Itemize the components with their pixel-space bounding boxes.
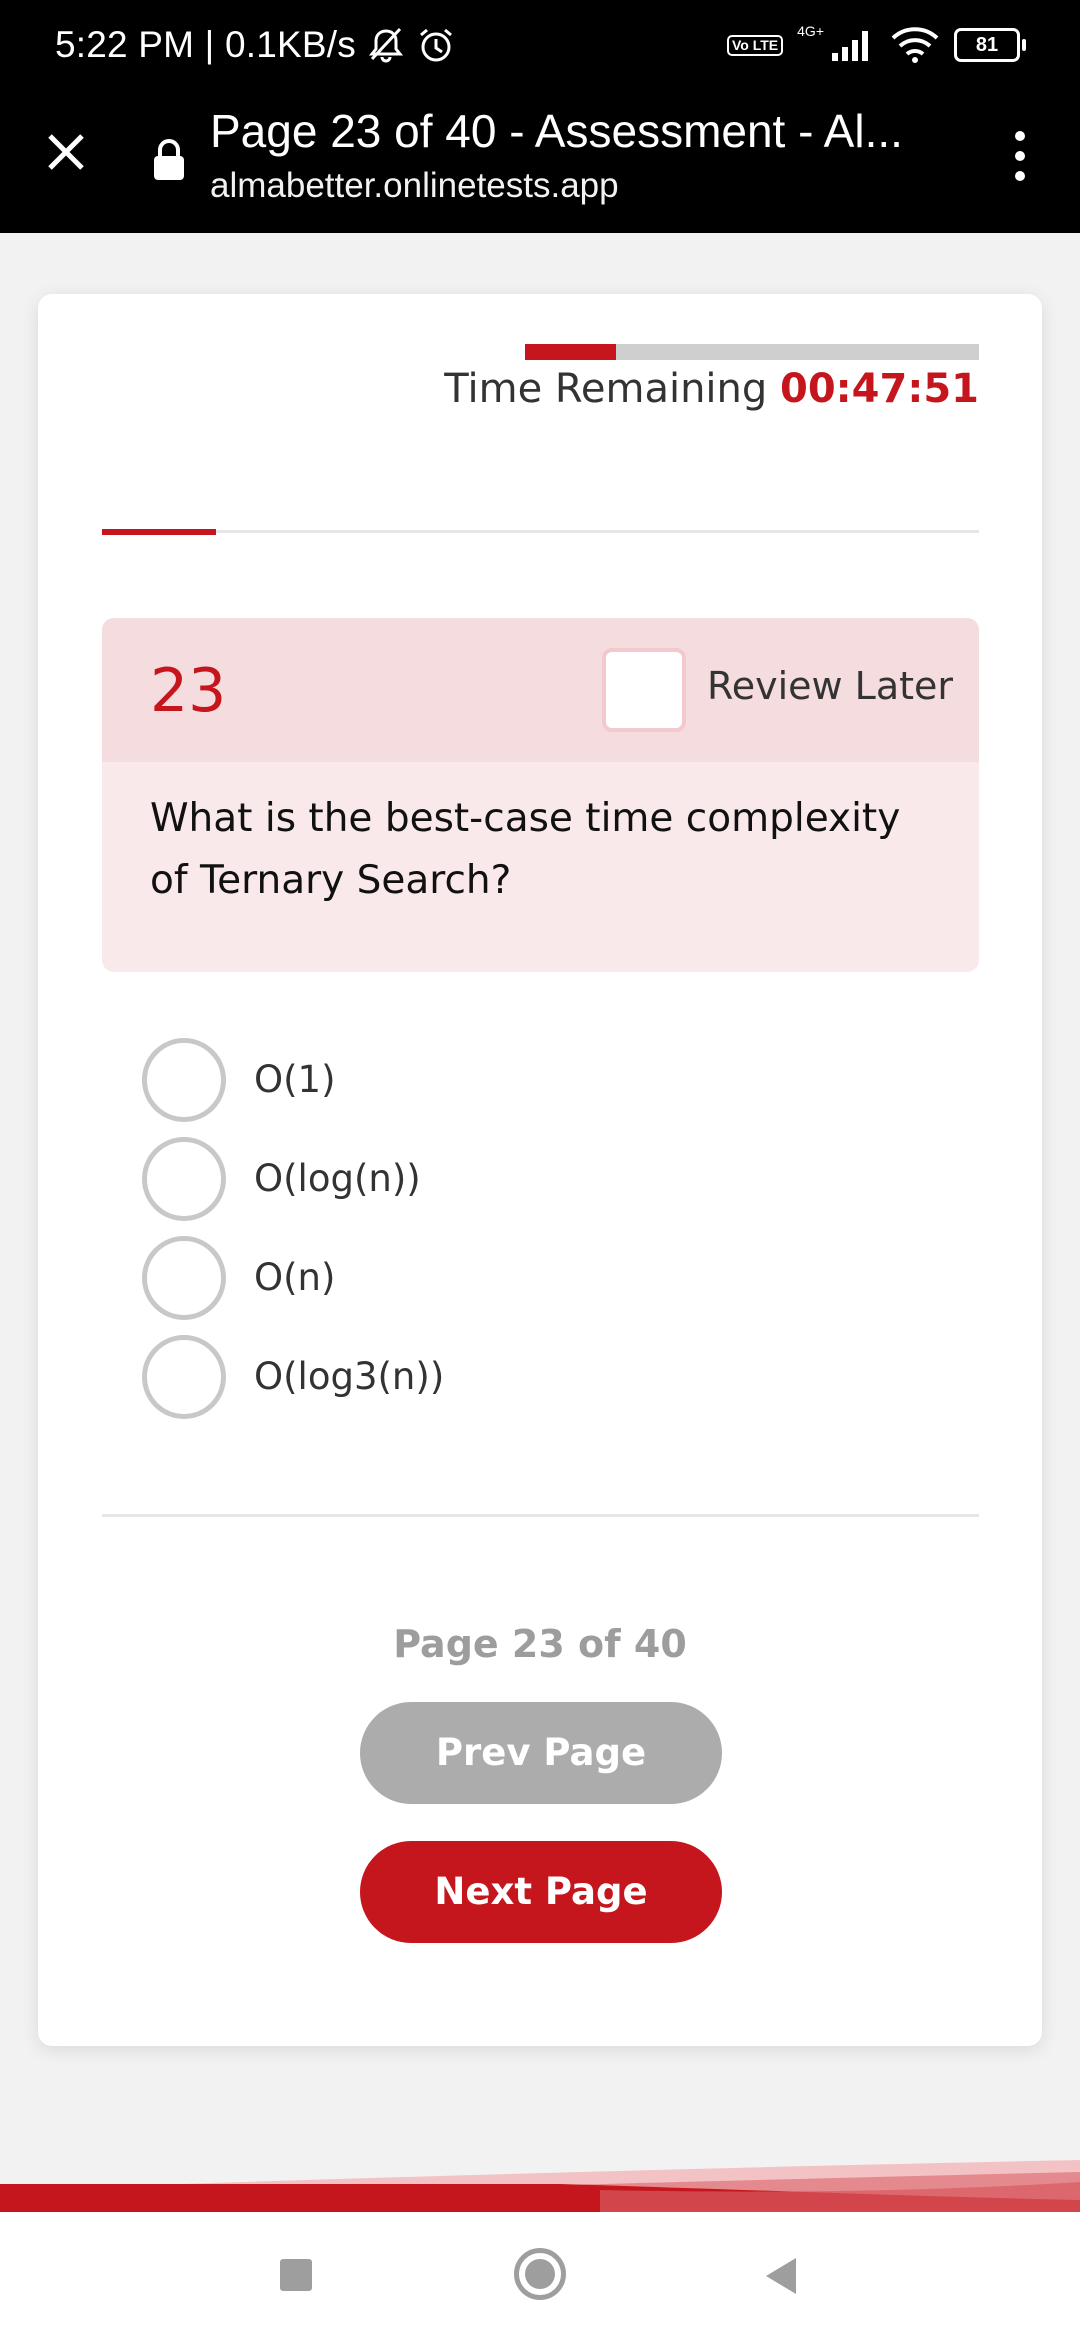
back-icon[interactable] bbox=[762, 2256, 798, 2296]
battery-icon: 81 bbox=[954, 28, 1026, 62]
wifi-icon bbox=[891, 27, 939, 63]
timer-progress-fill bbox=[525, 344, 616, 360]
volte-icon: Vo LTE bbox=[726, 34, 784, 56]
section-progress-fill bbox=[102, 529, 216, 535]
page-indicator: Page 23 of 40 bbox=[393, 1622, 687, 1666]
question-header: 23 Review Later bbox=[102, 618, 979, 762]
option-label[interactable]: O(1) bbox=[254, 1058, 336, 1101]
question-text: What is the best-case time complexity of… bbox=[150, 796, 901, 903]
section-progress bbox=[102, 529, 979, 535]
option-4[interactable]: O(log3(n)) bbox=[142, 1327, 444, 1426]
option-radio[interactable] bbox=[142, 1136, 226, 1221]
status-bar: 5:22 PM | 0.1KB/s Vo LTE 4G+ 81 bbox=[0, 0, 1080, 96]
review-later-label[interactable]: Review Later bbox=[707, 664, 953, 708]
question-box: 23 Review Later What is the best-case ti… bbox=[102, 618, 979, 972]
answer-options: O(1) O(log(n)) O(n) O(log3(n)) bbox=[142, 1030, 444, 1426]
next-page-button[interactable]: Next Page bbox=[360, 1841, 722, 1943]
browser-toolbar: Page 23 of 40 - Assessment - Al... almab… bbox=[0, 96, 1080, 233]
option-radio[interactable] bbox=[142, 1037, 226, 1122]
question-number: 23 bbox=[150, 656, 227, 726]
option-label[interactable]: O(log(n)) bbox=[254, 1157, 421, 1200]
assessment-card: Time Remaining 00:47:51 23 Review Later … bbox=[38, 294, 1042, 2046]
navigation-bar bbox=[0, 2212, 1080, 2340]
option-3[interactable]: O(n) bbox=[142, 1228, 444, 1327]
lock-icon bbox=[154, 139, 184, 180]
status-time-speed: 5:22 PM | 0.1KB/s bbox=[55, 24, 356, 65]
divider bbox=[102, 1514, 979, 1517]
review-later-checkbox[interactable] bbox=[602, 648, 686, 732]
option-1[interactable]: O(1) bbox=[142, 1030, 444, 1129]
mute-bell-icon bbox=[368, 27, 404, 63]
home-icon[interactable] bbox=[514, 2248, 566, 2300]
footer-wave bbox=[0, 2160, 1080, 2212]
timer-label: Time Remaining bbox=[444, 366, 768, 412]
prev-page-button[interactable]: Prev Page bbox=[360, 1702, 722, 1804]
more-options-icon[interactable] bbox=[1000, 126, 1040, 186]
option-2[interactable]: O(log(n)) bbox=[142, 1129, 444, 1228]
recents-icon[interactable] bbox=[280, 2259, 312, 2291]
timer-progress-bar bbox=[525, 344, 979, 360]
url-text[interactable]: almabetter.onlinetests.app bbox=[210, 166, 619, 206]
page-title: Page 23 of 40 - Assessment - Al... bbox=[210, 105, 903, 157]
network-type: 4G+ bbox=[797, 23, 824, 39]
close-icon[interactable] bbox=[44, 130, 88, 174]
option-radio[interactable] bbox=[142, 1235, 226, 1320]
alarm-icon bbox=[419, 28, 452, 62]
timer: Time Remaining 00:47:51 bbox=[444, 366, 979, 412]
option-label[interactable]: O(n) bbox=[254, 1256, 335, 1299]
option-radio[interactable] bbox=[142, 1334, 226, 1419]
signal-icon bbox=[832, 31, 868, 61]
option-label[interactable]: O(log3(n)) bbox=[254, 1355, 444, 1398]
timer-value: 00:47:51 bbox=[780, 366, 979, 412]
